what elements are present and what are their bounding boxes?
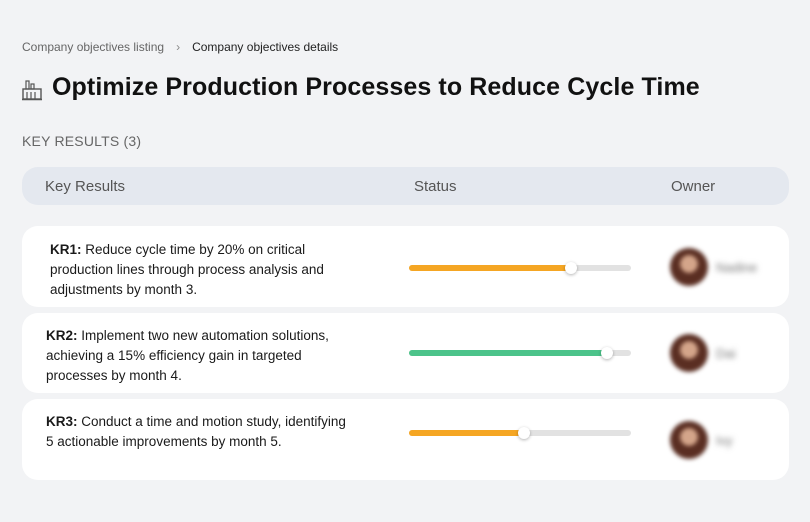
- chevron-right-icon: ›: [176, 40, 181, 54]
- owner-name: Dai: [716, 345, 736, 361]
- key-result-row[interactable]: KR1: Reduce cycle time by 20% on critica…: [22, 226, 789, 307]
- progress-slider-handle[interactable]: [518, 427, 531, 439]
- breadcrumb: Company objectives listing › Company obj…: [22, 40, 338, 54]
- breadcrumb-current: Company objectives details: [192, 40, 339, 54]
- key-result-row[interactable]: KR3: Conduct a time and motion study, id…: [22, 399, 789, 480]
- key-result-description: KR2: Implement two new automation soluti…: [46, 326, 356, 386]
- key-result-progress-bar[interactable]: [409, 347, 631, 359]
- progress-fill: [409, 265, 572, 271]
- key-result-progress-bar[interactable]: [409, 262, 631, 274]
- owner-cell[interactable]: Nadine: [670, 248, 757, 286]
- column-header-key-results: Key Results: [45, 178, 126, 195]
- avatar: [670, 421, 708, 459]
- key-result-progress-bar[interactable]: [409, 427, 631, 439]
- key-result-description: KR1: Reduce cycle time by 20% on critica…: [50, 240, 360, 300]
- column-header-owner: Owner: [671, 178, 716, 195]
- key-result-id: KR3:: [46, 414, 78, 429]
- objective-details-page: Company objectives listing › Company obj…: [0, 0, 810, 522]
- key-result-id: KR2:: [46, 328, 78, 343]
- column-header-status: Status: [414, 178, 457, 195]
- progress-slider-handle[interactable]: [600, 347, 613, 359]
- avatar: [670, 248, 708, 286]
- key-results-count-heading: KEY RESULTS (3): [22, 133, 142, 149]
- breadcrumb-objectives-listing-link[interactable]: Company objectives listing: [22, 40, 164, 54]
- key-result-text: Conduct a time and motion study, identif…: [46, 414, 346, 449]
- avatar: [670, 334, 708, 372]
- owner-cell[interactable]: Ivy: [670, 421, 733, 459]
- key-result-row[interactable]: KR2: Implement two new automation soluti…: [22, 313, 789, 393]
- factory-icon: [22, 75, 42, 101]
- key-result-id: KR1:: [50, 242, 82, 257]
- progress-fill: [409, 430, 525, 436]
- owner-name: Nadine: [716, 259, 758, 275]
- owner-cell[interactable]: Dai: [670, 334, 736, 372]
- owner-name: Ivy: [716, 432, 733, 448]
- page-title: Optimize Production Processes to Reduce …: [52, 73, 700, 101]
- key-result-text: Reduce cycle time by 20% on critical pro…: [50, 242, 324, 297]
- objective-title-row: Optimize Production Processes to Reduce …: [22, 73, 700, 102]
- progress-fill: [409, 350, 607, 356]
- key-results-table-header: Key Results Status Owner: [22, 167, 789, 205]
- progress-slider-handle[interactable]: [565, 262, 578, 274]
- key-result-text: Implement two new automation solutions, …: [46, 328, 329, 383]
- key-result-description: KR3: Conduct a time and motion study, id…: [46, 412, 356, 452]
